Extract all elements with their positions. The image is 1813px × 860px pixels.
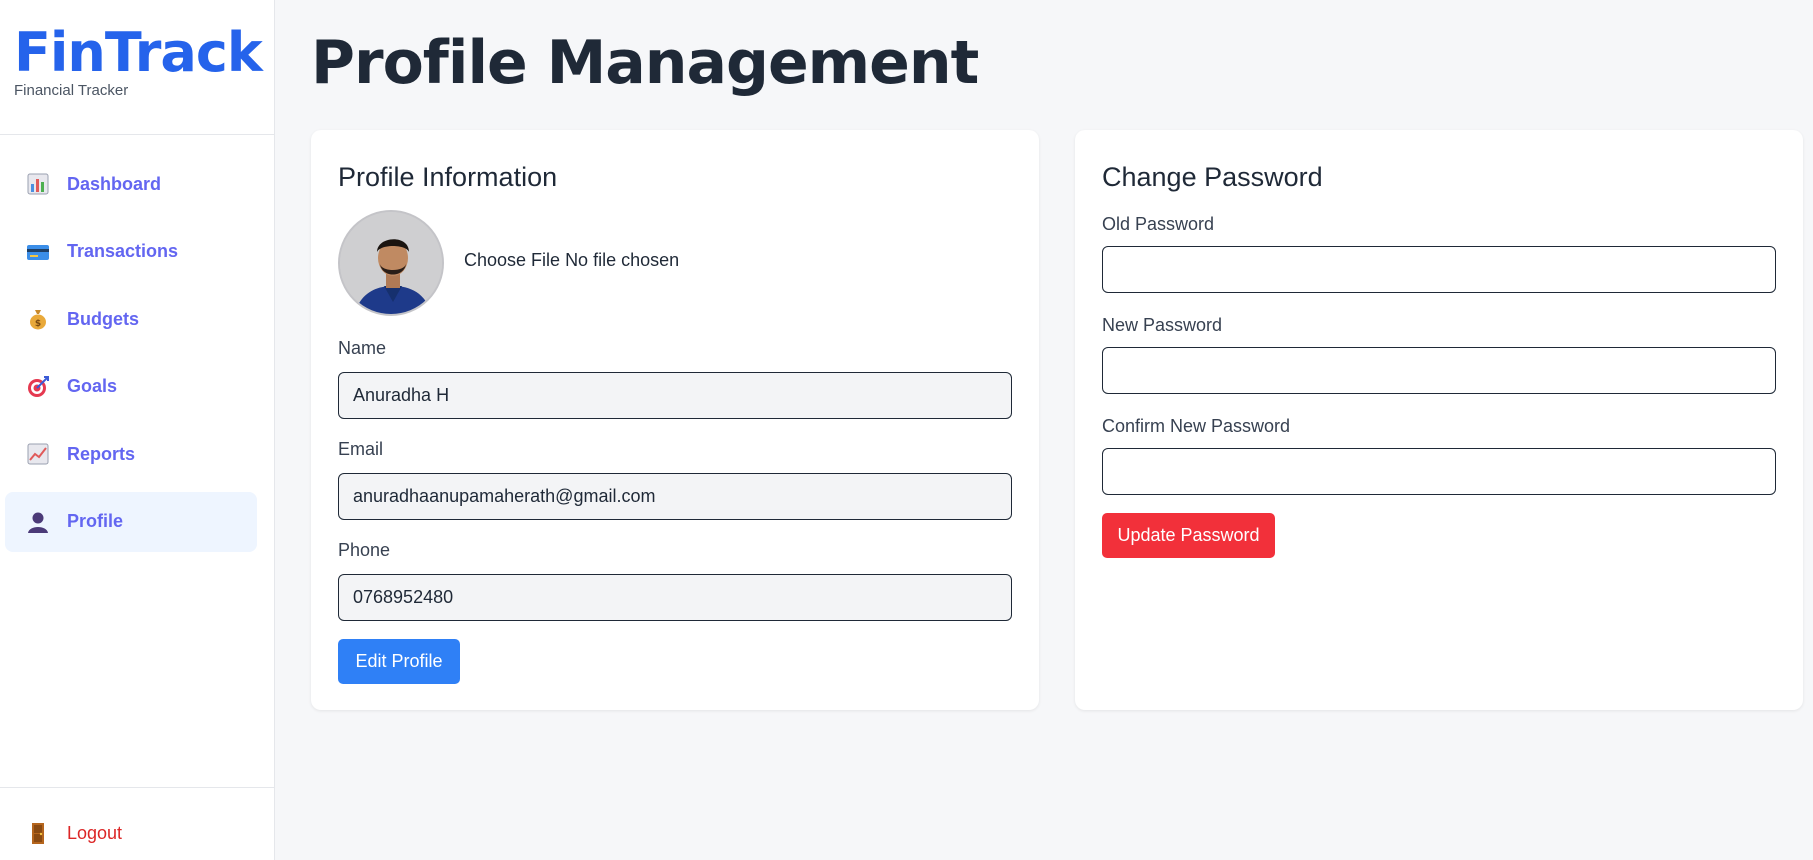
sidebar-item-label: Reports [67, 443, 136, 464]
file-status-text: No file chosen [565, 250, 680, 270]
svg-text:$: $ [35, 319, 41, 329]
sidebar-item-profile[interactable]: Profile [5, 491, 257, 552]
profile-card: Profile Information Choose File No file … [311, 130, 1039, 710]
sidebar-nav: Dashboard Transactions $ Budgets Goals R… [5, 154, 257, 560]
sidebar-item-reports[interactable]: Reports [5, 424, 257, 484]
trend-chart-icon [25, 441, 51, 467]
user-silhouette-icon [25, 509, 51, 535]
sidebar-item-label: Budgets [67, 308, 139, 329]
old-password-field[interactable] [1102, 246, 1776, 293]
sidebar-item-transactions[interactable]: Transactions [5, 222, 257, 282]
edit-profile-button[interactable]: Edit Profile [338, 639, 460, 684]
logout-button[interactable]: Logout [25, 820, 122, 846]
sidebar-item-label: Profile [67, 511, 124, 532]
brand-name[interactable]: FinTrack [14, 22, 263, 84]
email-label: Email [338, 439, 384, 459]
avatar [338, 210, 444, 316]
old-password-label: Old Password [1102, 214, 1215, 234]
phone-field[interactable] [338, 574, 1012, 621]
phone-label: Phone [338, 540, 391, 560]
email-field[interactable] [338, 473, 1012, 520]
sidebar-divider-top [0, 134, 275, 135]
target-icon [25, 374, 51, 400]
profile-photo-file-input[interactable]: Choose File No file chosen [464, 250, 679, 271]
sidebar-item-label: Transactions [67, 241, 179, 262]
sidebar-item-budgets[interactable]: $ Budgets [5, 289, 257, 349]
choose-file-button[interactable]: Choose File [464, 250, 560, 270]
brand: FinTrack Financial Tracker [14, 22, 263, 100]
logout-label: Logout [67, 822, 123, 843]
sidebar-item-goals[interactable]: Goals [5, 357, 257, 417]
brand-subtitle: Financial Tracker [14, 82, 129, 99]
confirm-password-field[interactable] [1102, 448, 1776, 495]
door-icon [25, 820, 51, 846]
new-password-label: New Password [1102, 315, 1223, 335]
sidebar-item-label: Goals [67, 376, 118, 397]
credit-card-icon [25, 239, 51, 265]
sidebar: FinTrack Financial Tracker Dashboard Tra… [0, 0, 275, 860]
name-label: Name [338, 338, 387, 358]
sidebar-item-label: Dashboard [67, 173, 162, 194]
money-bag-icon: $ [25, 306, 51, 332]
confirm-password-label: Confirm New Password [1102, 416, 1291, 436]
page-title: Profile Management [311, 28, 979, 98]
change-password-title: Change Password [1102, 162, 1323, 192]
bar-chart-icon [25, 171, 51, 197]
profile-card-title: Profile Information [338, 162, 558, 192]
sidebar-item-dashboard[interactable]: Dashboard [5, 154, 257, 214]
sidebar-divider-bottom [0, 787, 275, 788]
update-password-button[interactable]: Update Password [1102, 513, 1275, 558]
new-password-field[interactable] [1102, 347, 1776, 394]
name-field[interactable] [338, 372, 1012, 419]
change-password-card: Change Password Old Password New Passwor… [1075, 130, 1803, 710]
